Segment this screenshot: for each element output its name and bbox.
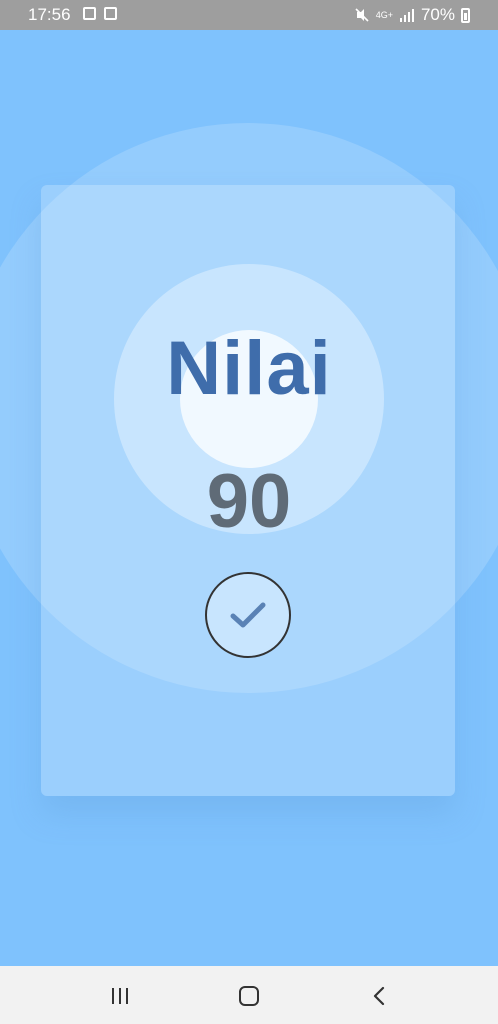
recent-apps-icon <box>112 988 128 1004</box>
result-score: 90 <box>206 459 292 544</box>
status-bar: 17:56 4G+ 70% <box>0 0 498 30</box>
screen: 17:56 4G+ 70% Nilai 90 <box>0 0 498 1024</box>
signal-icon <box>399 9 414 22</box>
mute-icon <box>355 8 369 22</box>
back-button[interactable] <box>359 982 399 1010</box>
gallery-icon <box>104 7 117 20</box>
recent-apps-button[interactable] <box>100 982 140 1010</box>
status-system-icons: 4G+ 70% <box>354 5 470 25</box>
home-button[interactable] <box>229 982 269 1010</box>
status-notification-icons <box>83 7 117 20</box>
confirm-button[interactable] <box>205 572 291 658</box>
result-title: Nilai <box>166 326 332 411</box>
network-type: 4G+ <box>375 9 393 20</box>
back-icon <box>373 986 385 1006</box>
battery-percent: 70% <box>420 5 455 24</box>
home-icon <box>239 986 259 1006</box>
check-icon <box>230 602 266 628</box>
battery-icon <box>461 7 470 23</box>
navigation-bar <box>0 966 498 1024</box>
photo-icon <box>83 7 96 20</box>
status-time: 17:56 <box>28 5 71 24</box>
